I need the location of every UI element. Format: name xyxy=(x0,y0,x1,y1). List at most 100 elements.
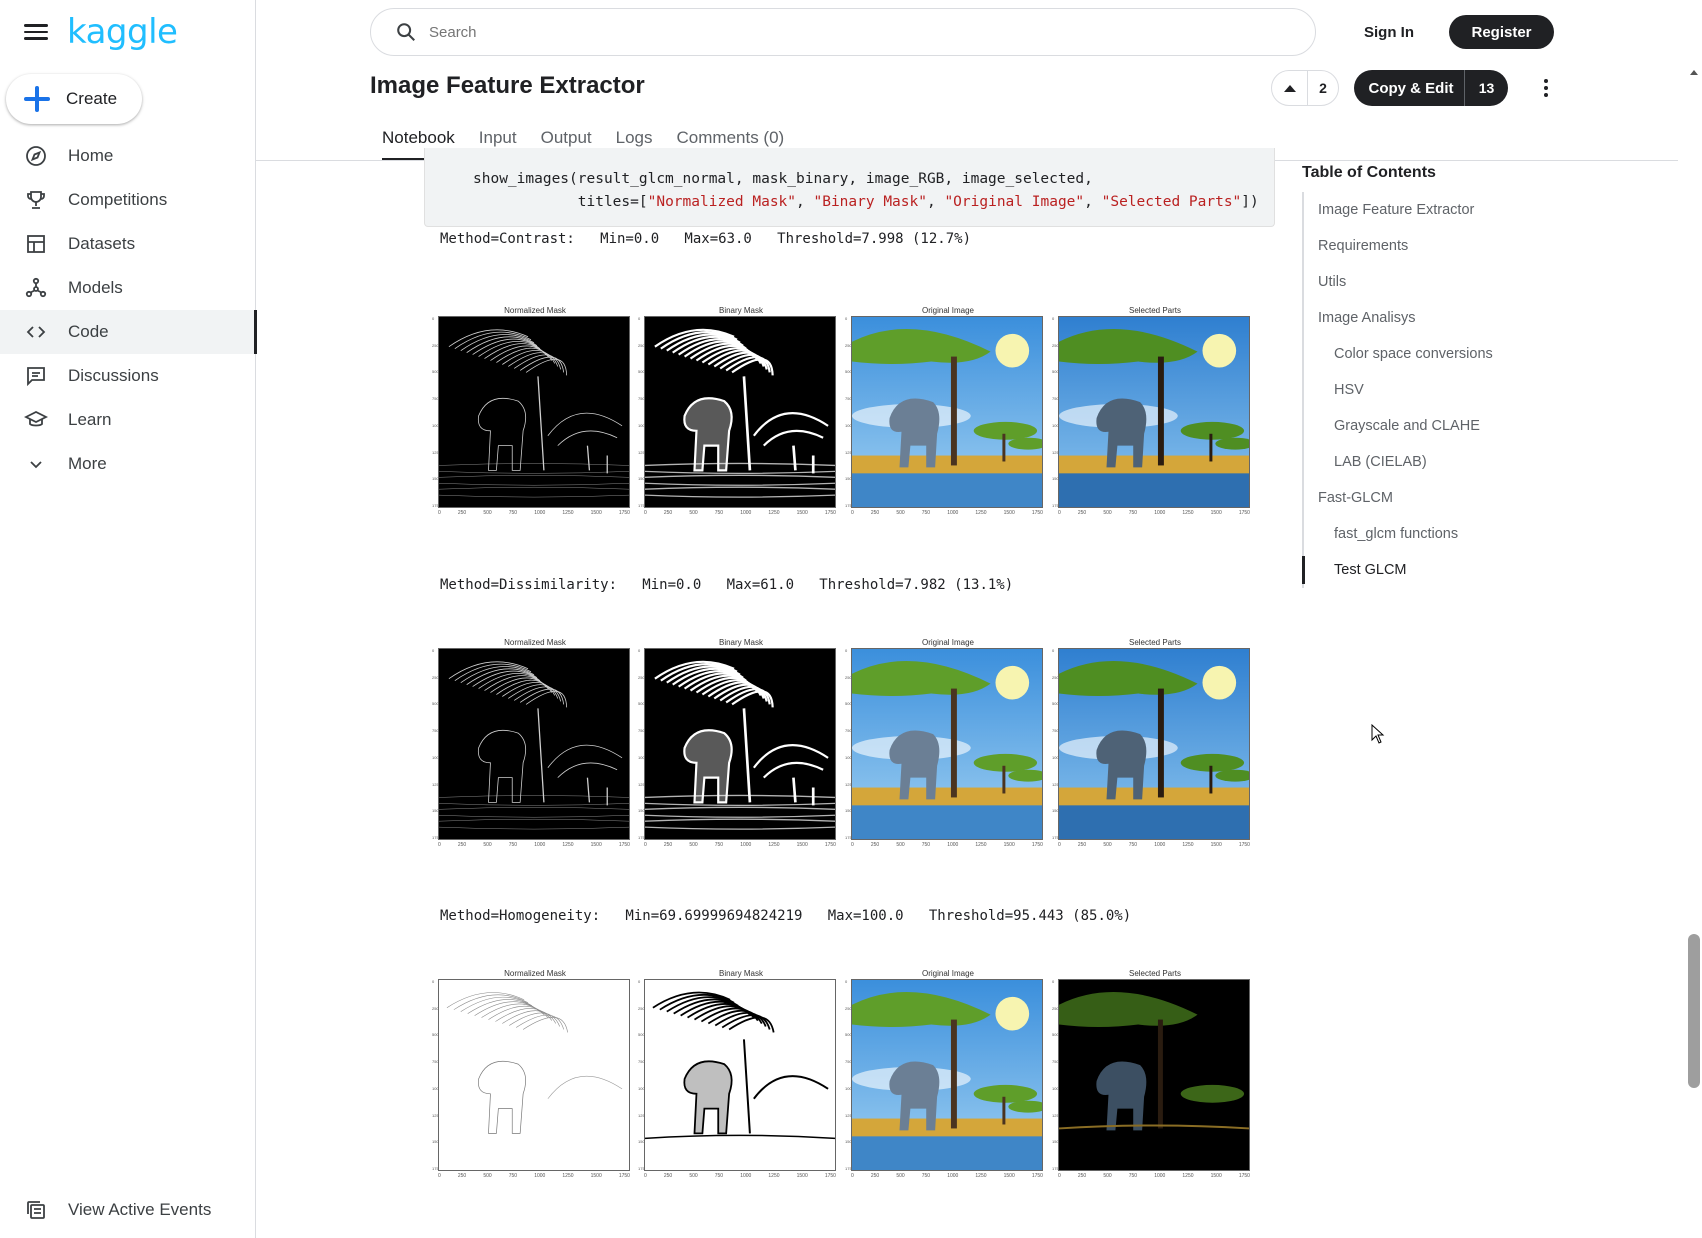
toc-item[interactable]: Fast-GLCM xyxy=(1304,480,1602,516)
sidebar-item-models[interactable]: Models xyxy=(0,266,256,310)
toc-item[interactable]: Image Feature Extractor xyxy=(1304,192,1602,228)
x-tick-label: 1000 xyxy=(947,842,959,848)
x-tick-label: 250 xyxy=(1077,842,1087,848)
x-tick-label: 0 xyxy=(644,510,647,516)
sidebar-item-datasets[interactable]: Datasets xyxy=(0,222,256,266)
sign-in-button[interactable]: Sign In xyxy=(1350,14,1428,50)
sidebar-item-learn[interactable]: Learn xyxy=(0,398,256,442)
figure-panel-binary: Binary Mask 0 250 500 750 1000 1250 1500 1750 0 25… xyxy=(638,969,844,1191)
x-tick-label: 1750 xyxy=(618,510,630,516)
x-tick-label: 1750 xyxy=(1238,1173,1250,1179)
x-tick-label: 1000 xyxy=(740,1173,752,1179)
scroll-up-icon[interactable] xyxy=(1690,70,1698,75)
x-tick-label: 1000 xyxy=(947,510,959,516)
panel-image xyxy=(644,648,836,840)
copy-edit-count[interactable]: 13 xyxy=(1464,70,1508,106)
sidebar-item-code[interactable]: Code xyxy=(0,310,257,354)
sidebar-item-competitions[interactable]: Competitions xyxy=(0,178,256,222)
view-active-events-link[interactable]: View Active Events xyxy=(0,1188,256,1232)
search-icon xyxy=(397,23,415,41)
panel-image xyxy=(1058,316,1250,508)
x-ticks: 0 250 500 750 1000 1250 1500 1750 xyxy=(1058,842,1250,848)
create-button[interactable]: Create xyxy=(6,74,142,124)
x-tick-label: 0 xyxy=(438,1173,441,1179)
toc-item[interactable]: Requirements xyxy=(1304,228,1602,264)
toc-item[interactable]: Color space conversions xyxy=(1304,336,1602,372)
menu-icon[interactable] xyxy=(22,20,50,44)
panel-title: Normalized Mask xyxy=(504,306,566,315)
panel-image xyxy=(644,979,836,1171)
toc-item[interactable]: Test GLCM xyxy=(1302,552,1602,588)
x-tick-label: 500 xyxy=(1103,510,1112,516)
figure-panel-normalized: Normalized Mask 0 250 500 750 1000 1250 1500 175… xyxy=(432,638,638,860)
code-line-2-suffix: ]) xyxy=(1241,194,1259,210)
x-tick-label: 1500 xyxy=(796,1173,808,1179)
x-tick-label: 250 xyxy=(870,842,880,848)
binary-image xyxy=(645,649,835,839)
panel-title: Normalized Mask xyxy=(504,638,566,647)
scrollbar[interactable] xyxy=(1686,60,1702,1238)
sidebar-item-discussions[interactable]: Discussions xyxy=(0,354,256,398)
sidebar-item-home[interactable]: Home xyxy=(0,134,256,178)
search-bar[interactable] xyxy=(370,8,1316,56)
figure-panel-original: Original Image 0 250 500 750 1000 1250 1500 1750… xyxy=(845,306,1051,528)
upvote-button[interactable] xyxy=(1272,71,1308,105)
chevron-down-icon xyxy=(30,461,42,469)
compass-icon xyxy=(26,146,46,166)
panel-image xyxy=(851,316,1043,508)
toc-item[interactable]: Utils xyxy=(1304,264,1602,300)
scrollbar-thumb[interactable] xyxy=(1688,934,1700,1088)
x-ticks: 0 250 500 750 1000 1250 1500 1750 xyxy=(1058,510,1250,516)
x-tick-label: 0 xyxy=(851,1173,854,1179)
toc-item[interactable]: Image Analisys xyxy=(1304,300,1602,336)
x-tick-label: 750 xyxy=(921,842,931,848)
x-tick-label: 500 xyxy=(689,842,698,848)
x-tick-label: 1750 xyxy=(1238,510,1250,516)
original-image xyxy=(852,649,1042,839)
sidebar-item-label: Code xyxy=(68,322,109,341)
x-tick-label: 1250 xyxy=(768,1173,780,1179)
x-tick-label: 750 xyxy=(714,1173,724,1179)
toc-item[interactable]: Grayscale and CLAHE xyxy=(1304,408,1602,444)
x-ticks: 0 250 500 750 1000 1250 1500 1750 xyxy=(1058,1173,1250,1179)
more-options-icon[interactable] xyxy=(1536,74,1556,102)
x-tick-label: 0 xyxy=(851,510,854,516)
code-cell[interactable]: show_images(result_glcm_normal, mask_bin… xyxy=(424,148,1275,227)
x-tick-label: 250 xyxy=(1077,1173,1087,1179)
vote-count: 2 xyxy=(1319,80,1327,96)
x-tick-label: 1750 xyxy=(1238,842,1250,848)
figure-panel-binary: Binary Mask 0 250 500 750 1000 1250 1500 1750 0 25… xyxy=(638,306,844,528)
x-tick-label: 0 xyxy=(1058,842,1061,848)
output-dissimilarity-text: Method=Dissimilarity: Min=0.0 Max=61.0 T… xyxy=(440,577,1014,593)
normalized-image xyxy=(439,980,629,1170)
vote-widget: 2 xyxy=(1271,70,1339,106)
search-input[interactable] xyxy=(429,23,1229,41)
x-ticks: 0 250 500 750 1000 1250 1500 1750 xyxy=(644,510,836,516)
x-tick-label: 250 xyxy=(457,510,467,516)
x-tick-label: 1250 xyxy=(562,842,574,848)
x-tick-label: 1750 xyxy=(824,510,836,516)
x-tick-label: 1500 xyxy=(796,842,808,848)
toc-item[interactable]: LAB (CIELAB) xyxy=(1304,444,1602,480)
panel-image xyxy=(644,316,836,508)
x-tick-label: 750 xyxy=(1128,842,1138,848)
output-figure: Normalized Mask 0 250 500 750 1000 1250 1500 175… xyxy=(432,306,1260,528)
x-tick-label: 1250 xyxy=(768,510,780,516)
x-tick-label: 1750 xyxy=(1031,1173,1043,1179)
models-icon xyxy=(25,277,47,298)
figure-panel-normalized: Normalized Mask 0 250 500 750 1000 1250 1500 175… xyxy=(432,969,638,1191)
binary-image xyxy=(645,980,835,1170)
copy-edit-button[interactable]: Copy & Edit 13 xyxy=(1354,70,1508,106)
toc-item[interactable]: HSV xyxy=(1304,372,1602,408)
toc-item[interactable]: fast_glcm functions xyxy=(1304,516,1602,552)
x-tick-label: 1750 xyxy=(824,842,836,848)
panel-image xyxy=(438,979,630,1171)
kaggle-logo[interactable]: kaggle xyxy=(67,12,178,52)
panel-title: Selected Parts xyxy=(1128,969,1182,978)
x-tick-label: 1000 xyxy=(1154,842,1166,848)
register-button[interactable]: Register xyxy=(1449,15,1554,49)
x-ticks: 0 250 500 750 1000 1250 1500 1750 xyxy=(438,1173,630,1179)
normalized-image xyxy=(439,317,629,507)
x-tick-label: 1500 xyxy=(1003,1173,1015,1179)
sidebar-item-more[interactable]: More xyxy=(0,442,256,486)
